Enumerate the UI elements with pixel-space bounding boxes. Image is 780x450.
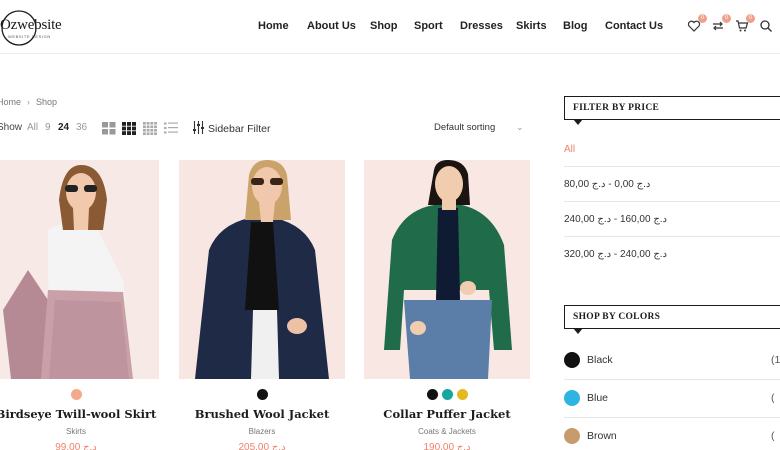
product-image[interactable]	[0, 160, 159, 379]
site-header: Ozwebsite WEBSITE DESIGN Home About Us S…	[0, 0, 780, 54]
product-price: 205,00 د.ج	[238, 442, 286, 450]
wishlist-count-badge: 0	[698, 14, 707, 23]
color-count: (	[771, 430, 775, 442]
list-view-icon[interactable]	[164, 122, 178, 135]
product-swatches	[364, 389, 530, 400]
sidebar-filter-label: Sidebar Filter	[208, 123, 271, 135]
product-swatches	[0, 389, 159, 400]
product-name[interactable]: Collar Puffer Jacket	[364, 407, 530, 421]
product-category[interactable]: Skirts	[0, 427, 159, 436]
nav-contact-us[interactable]: Contact Us	[605, 20, 663, 32]
divider	[564, 236, 780, 237]
shop-toolbar: Show All 9 24 36 Sidebar Filter Default …	[0, 121, 532, 136]
nav-blog[interactable]: Blog	[563, 20, 587, 32]
filter-by-price-title: FILTER BY PRICE	[564, 96, 780, 125]
chevron-down-icon: ⌄	[516, 122, 524, 132]
sidebar-filter-button[interactable]: Sidebar Filter	[192, 121, 270, 135]
compare-count-badge: 0	[722, 14, 731, 23]
product-card[interactable]: Collar Puffer Jacket Coats & Jackets 190…	[364, 160, 530, 450]
price-filter-all[interactable]: All	[564, 144, 780, 155]
product-card[interactable]: Brushed Wool Jacket Blazers 205,00 د.ج	[179, 160, 345, 450]
product-image[interactable]	[179, 160, 345, 379]
product-image[interactable]	[364, 160, 530, 379]
color-label: Black	[587, 354, 613, 366]
nav-dresses[interactable]: Dresses	[460, 20, 503, 32]
color-dot	[564, 390, 580, 406]
swatch-peach[interactable]	[70, 389, 82, 400]
product-category[interactable]: Blazers	[179, 427, 345, 436]
nav-shop[interactable]: Shop	[370, 20, 398, 32]
color-filter-blue[interactable]: Blue (	[564, 390, 780, 408]
divider	[564, 417, 780, 418]
color-label: Blue	[587, 392, 609, 404]
show-label: Show	[0, 122, 23, 133]
color-count: (	[771, 392, 775, 404]
main-nav: Home About Us Shop Sport Dresses Skirts …	[0, 20, 780, 36]
product-name[interactable]: Brushed Wool Jacket	[179, 407, 345, 421]
wishlist-button[interactable]: 0	[687, 14, 707, 33]
nav-home[interactable]: Home	[258, 20, 289, 32]
price-filter-0-80[interactable]: د.ج 0,00 - د.ج 80,00	[564, 179, 780, 190]
grid-3-columns-icon[interactable]	[122, 122, 136, 135]
show-option-9[interactable]: 9	[45, 122, 51, 133]
grid-2-columns-icon[interactable]	[102, 122, 116, 135]
filter-sliders-icon	[193, 121, 204, 134]
sorting-value: Default sorting	[434, 122, 496, 133]
product-card[interactable]: Birdseye Twill-wool Skirt Skirts 99,00 د…	[0, 160, 159, 450]
divider	[564, 166, 780, 167]
show-option-all[interactable]: All	[27, 122, 38, 133]
product-price: 190,00 د.ج	[423, 442, 471, 450]
cart-button[interactable]: 0	[735, 14, 755, 33]
title-notch-icon	[573, 119, 583, 125]
breadcrumb: Home › Shop	[0, 97, 57, 107]
swatch-yellow[interactable]	[456, 389, 468, 400]
swatch-teal[interactable]	[441, 389, 453, 400]
nav-skirts[interactable]: Skirts	[516, 20, 547, 32]
color-count: (1	[771, 354, 780, 366]
color-filter-black[interactable]: Black (1	[564, 352, 780, 370]
product-swatches	[179, 389, 345, 400]
product-price: 99,00 د.ج	[55, 442, 97, 450]
title-notch-icon	[573, 328, 583, 334]
price-filter-160-240[interactable]: د.ج 160,00 - د.ج 240,00	[564, 214, 780, 225]
shop-by-colors-title: SHOP BY COLORS	[564, 305, 780, 334]
search-icon	[760, 20, 772, 32]
breadcrumb-home[interactable]: Home	[0, 97, 21, 107]
filter-by-price-heading: FILTER BY PRICE	[573, 103, 660, 113]
divider	[564, 379, 780, 380]
shop-by-colors-heading: SHOP BY COLORS	[573, 312, 661, 322]
show-option-24[interactable]: 24	[58, 122, 69, 133]
breadcrumb-current: Shop	[36, 97, 58, 107]
divider	[564, 201, 780, 202]
price-filter-240-320[interactable]: د.ج 240,00 - د.ج 320,00	[564, 249, 780, 260]
swatch-black[interactable]	[256, 389, 268, 400]
color-dot	[564, 352, 580, 368]
cart-count-badge: 0	[746, 14, 755, 23]
product-category[interactable]: Coats & Jackets	[364, 427, 530, 436]
color-dot	[564, 428, 580, 444]
grid-4-columns-icon[interactable]	[143, 122, 157, 135]
compare-button[interactable]: 0	[711, 14, 731, 33]
show-option-36[interactable]: 36	[76, 122, 87, 133]
breadcrumb-separator: ›	[27, 97, 31, 107]
nav-about-us[interactable]: About Us	[307, 20, 356, 32]
nav-sport[interactable]: Sport	[414, 20, 443, 32]
sorting-select[interactable]: Default sorting ⌄	[434, 122, 524, 133]
swatch-black[interactable]	[426, 389, 438, 400]
color-filter-brown[interactable]: Brown (	[564, 428, 780, 446]
product-name[interactable]: Birdseye Twill-wool Skirt	[0, 407, 159, 421]
search-button[interactable]	[759, 19, 773, 33]
color-label: Brown	[587, 430, 617, 442]
